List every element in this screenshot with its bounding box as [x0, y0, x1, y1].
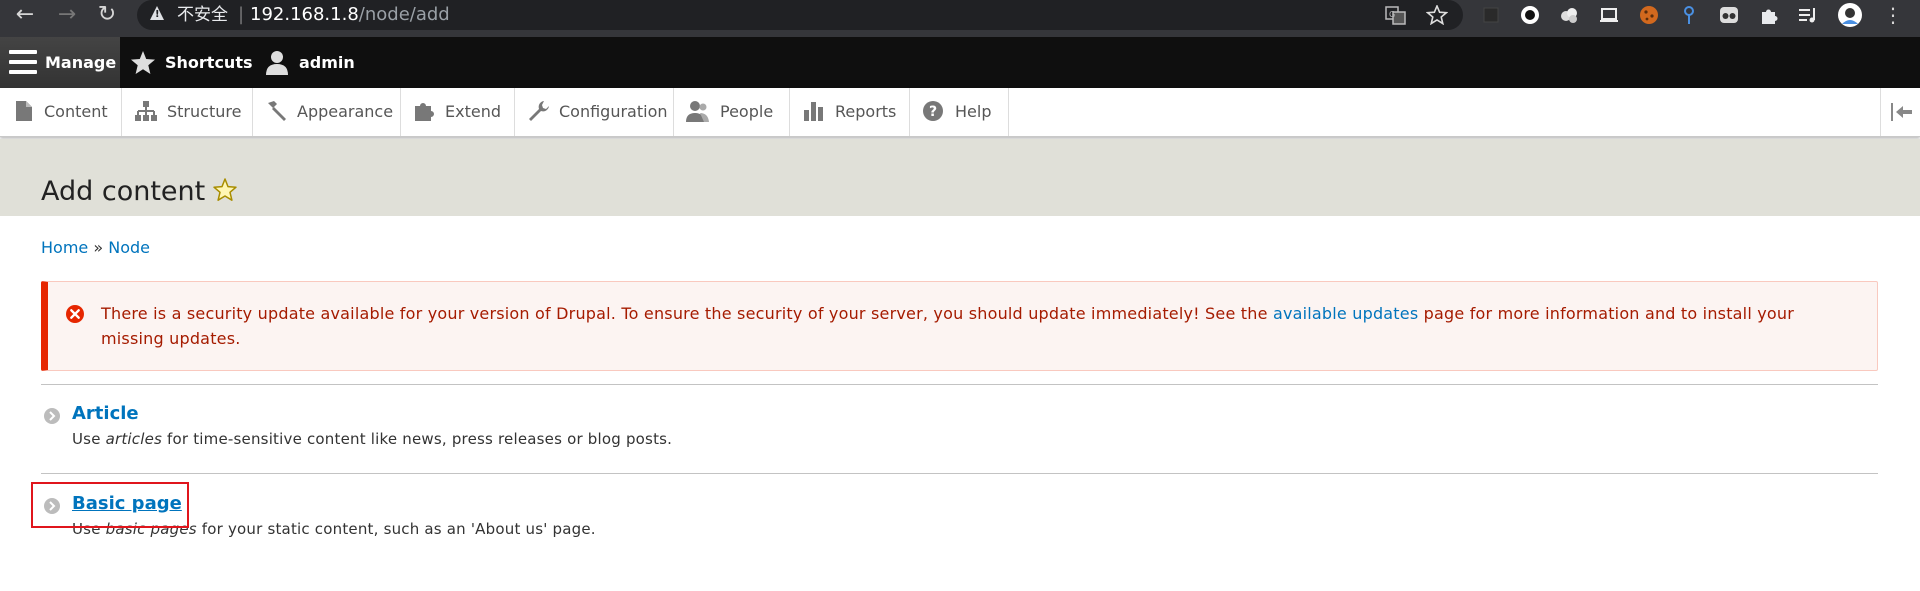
sitemap-icon: [135, 101, 157, 121]
reload-icon[interactable]: ↻: [92, 0, 122, 30]
reading-list-icon[interactable]: [1797, 4, 1819, 26]
toolbar-user[interactable]: admin: [264, 37, 364, 88]
tray-orientation-toggle[interactable]: [1880, 88, 1920, 136]
breadcrumb-node[interactable]: Node: [108, 238, 150, 257]
profile-avatar-icon[interactable]: [1837, 2, 1863, 28]
shortcut-star-icon[interactable]: [212, 177, 238, 202]
error-icon: [66, 305, 84, 323]
extension-circle-icon[interactable]: [1519, 4, 1541, 26]
admin-tray: Content Structure Appearance Extend Conf…: [0, 88, 1920, 137]
star-icon: [131, 51, 155, 74]
forward-icon[interactable]: →: [52, 0, 82, 30]
people-icon: [686, 101, 709, 122]
translate-icon[interactable]: G: [1385, 5, 1407, 25]
divider: [41, 473, 1878, 474]
tray-item-appearance[interactable]: Appearance: [253, 88, 401, 136]
tray-item-reports[interactable]: Reports: [790, 88, 910, 136]
annotation-highlight: [31, 482, 189, 528]
extension-glasses-icon[interactable]: [1718, 4, 1740, 26]
alert-message: There is a security update available for…: [101, 304, 1795, 348]
available-updates-link[interactable]: available updates: [1273, 304, 1418, 323]
svg-text:G: G: [1389, 10, 1395, 19]
question-icon: ?: [923, 101, 943, 121]
hamburger-icon: [9, 50, 37, 74]
puzzle-icon: [415, 103, 434, 121]
extension-laptop-icon[interactable]: [1598, 4, 1620, 26]
extension-pin-icon[interactable]: [1678, 4, 1700, 26]
chevron-right-icon: [44, 408, 60, 424]
extensions-puzzle-icon[interactable]: [1758, 4, 1780, 26]
extension-dark-icon[interactable]: [1480, 4, 1502, 26]
tray-item-configuration[interactable]: Configuration: [515, 88, 674, 136]
article-link[interactable]: Article: [72, 402, 139, 426]
breadcrumb-separator: »: [93, 238, 104, 257]
url-text[interactable]: 192.168.1.8/node/add: [250, 4, 450, 26]
document-icon: [16, 101, 32, 121]
tray-item-structure[interactable]: Structure: [122, 88, 253, 136]
list-item-basic-page: Basic page Use basic pages for your stat…: [41, 492, 1878, 542]
bookmark-star-icon[interactable]: [1426, 5, 1448, 25]
article-description: Use articles for time-sensitive content …: [72, 430, 673, 448]
tray-item-extend[interactable]: Extend: [401, 88, 515, 136]
tray-item-content[interactable]: Content: [0, 88, 122, 136]
user-icon: [266, 51, 288, 75]
tray-item-help[interactable]: ? Help: [910, 88, 1009, 136]
page-title: Add content: [41, 176, 206, 207]
toolbar-manage[interactable]: Manage: [0, 37, 120, 88]
extension-cloud-icon[interactable]: [1558, 4, 1580, 26]
browser-chrome: ← → ↻ ! 不安全 | 192.168.1.8/node/add G ⋮: [0, 0, 1920, 37]
breadcrumb: Home » Node: [41, 237, 150, 259]
insecure-label: 不安全: [177, 5, 228, 25]
breadcrumb-home[interactable]: Home: [41, 238, 88, 257]
address-bar[interactable]: ! 不安全 | 192.168.1.8/node/add G: [137, 0, 1463, 30]
divider: [41, 384, 1878, 385]
extension-cookie-icon[interactable]: [1638, 4, 1660, 26]
collapse-left-icon: [1891, 103, 1912, 121]
list-item-article: Article Use articles for time-sensitive …: [41, 402, 1878, 452]
admin-toolbar: Manage Shortcuts admin: [0, 37, 1920, 88]
toolbar-shortcuts[interactable]: Shortcuts: [130, 37, 253, 88]
wrench-icon: [529, 101, 549, 121]
back-icon[interactable]: ←: [10, 0, 40, 30]
paintbrush-icon: [268, 101, 286, 121]
bar-chart-icon: [804, 102, 823, 121]
security-alert: There is a security update available for…: [41, 281, 1878, 371]
browser-menu-icon[interactable]: ⋮: [1878, 0, 1908, 30]
svg-text:?: ?: [929, 104, 937, 120]
page-header: [0, 139, 1920, 216]
tray-item-people[interactable]: People: [674, 88, 790, 136]
